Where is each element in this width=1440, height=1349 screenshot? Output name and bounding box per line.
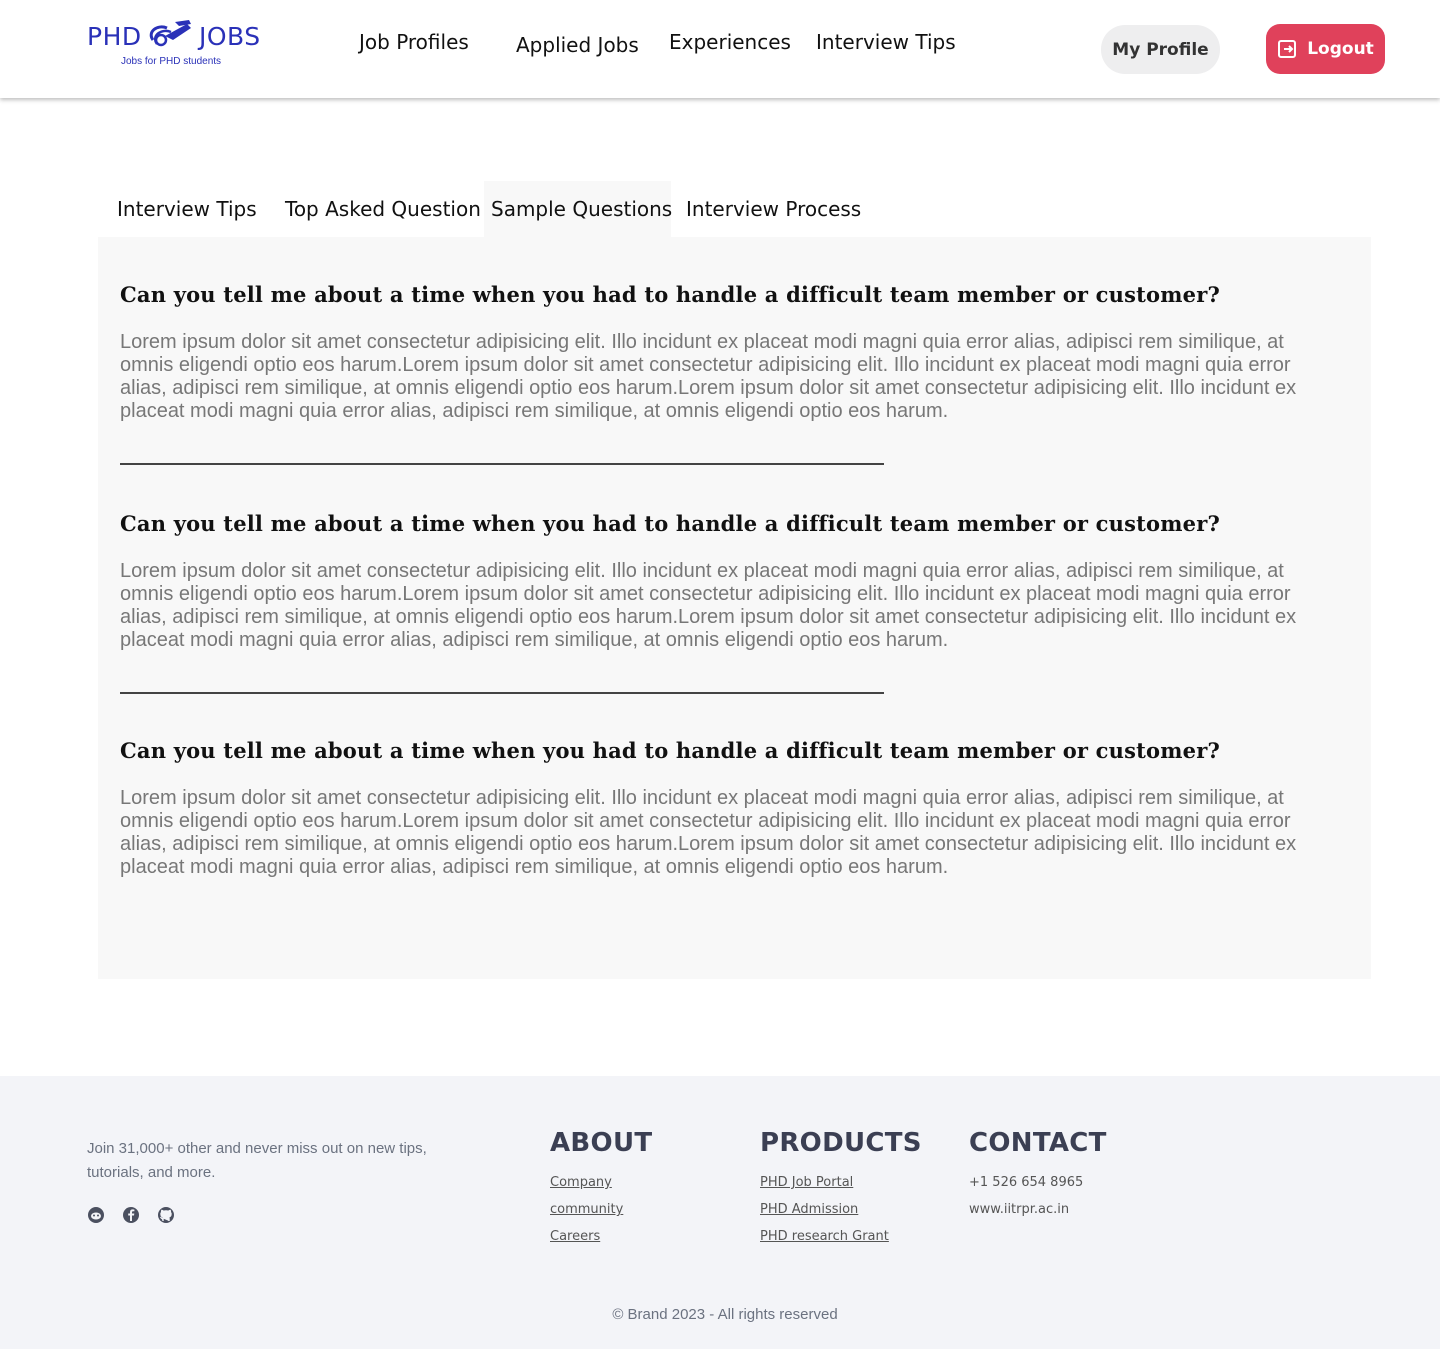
nav-link-job-profiles[interactable]: Job Profiles <box>359 30 469 54</box>
question-title: Can you tell me about a time when you ha… <box>120 738 1221 763</box>
brand-tagline: Jobs for PHD students <box>121 56 222 67</box>
footer-link-careers[interactable]: Careers <box>550 1230 652 1244</box>
sample-questions-panel: Can you tell me about a time when you ha… <box>98 237 1371 979</box>
question-item: Can you tell me about a time when you ha… <box>120 511 1320 652</box>
question-title: Can you tell me about a time when you ha… <box>120 511 1221 536</box>
question-answer: Lorem ipsum dolor sit amet consectetur a… <box>120 560 1297 651</box>
footer-products-heading: PRODUCTS <box>760 1128 922 1158</box>
footer-contact-heading: CONTACT <box>969 1128 1107 1158</box>
question-item: Can you tell me about a time when you ha… <box>120 738 1320 879</box>
question-answer: Lorem ipsum dolor sit amet consectetur a… <box>120 331 1297 422</box>
question-item: Can you tell me about a time when you ha… <box>120 282 1320 423</box>
nav-link-experiences[interactable]: Experiences <box>669 30 791 54</box>
reddit-icon[interactable] <box>87 1206 105 1224</box>
site-footer: Join 31,000+ other and never miss out on… <box>0 1076 1440 1349</box>
logout-icon <box>1278 40 1297 58</box>
footer-link-phd-job-portal[interactable]: PHD Job Portal <box>760 1176 922 1190</box>
question-title: Can you tell me about a time when you ha… <box>120 282 1221 307</box>
tab-sample-questions[interactable]: Sample Questions <box>484 181 672 237</box>
question-divider <box>120 463 884 465</box>
footer-contact-column: CONTACT +1 526 654 8965 www.iitrpr.ac.in <box>969 1128 1107 1230</box>
footer-link-community[interactable]: community <box>550 1203 652 1217</box>
github-icon[interactable] <box>157 1206 175 1224</box>
footer-link-company[interactable]: Company <box>550 1176 652 1190</box>
question-divider <box>120 692 884 694</box>
contact-website: www.iitrpr.ac.in <box>969 1202 1070 1217</box>
tab-interview-process[interactable]: Interview Process <box>678 181 878 237</box>
footer-link-phd-research-grant[interactable]: PHD research Grant <box>760 1230 922 1244</box>
copyright-text: © Brand 2023 - All rights reserved <box>612 1306 838 1323</box>
logout-button[interactable]: Logout <box>1266 24 1385 74</box>
brand-name-right: JOBS <box>199 22 261 51</box>
footer-products-column: PRODUCTS PHD Job Portal PHD Admission PH… <box>760 1128 922 1257</box>
nav-link-applied-jobs[interactable]: Applied Jobs <box>516 33 639 57</box>
handshake-logo-icon <box>149 20 191 47</box>
tab-top-asked-question[interactable]: Top Asked Question <box>278 181 481 237</box>
logout-label: Logout <box>1307 39 1374 59</box>
my-profile-label: My Profile <box>1112 39 1209 60</box>
footer-link-phd-admission[interactable]: PHD Admission <box>760 1203 922 1217</box>
my-profile-button[interactable]: My Profile <box>1101 25 1220 74</box>
contact-phone: +1 526 654 8965 <box>969 1175 1084 1190</box>
newsletter-text: Join 31,000+ other and never miss out on… <box>87 1140 427 1181</box>
facebook-icon[interactable] <box>122 1206 140 1224</box>
tab-interview-tips[interactable]: Interview Tips <box>98 181 268 237</box>
footer-about-heading: ABOUT <box>550 1128 653 1158</box>
brand-logo[interactable]: PHD JOBS Jobs for PHD students <box>87 18 267 72</box>
footer-about-column: ABOUT Company community Careers <box>550 1128 652 1257</box>
top-navbar: PHD JOBS Jobs for PHD students Job Profi… <box>0 0 1440 98</box>
nav-link-interview-tips[interactable]: Interview Tips <box>816 30 956 54</box>
question-answer: Lorem ipsum dolor sit amet consectetur a… <box>120 787 1297 878</box>
social-links <box>87 1206 175 1224</box>
brand-name-left: PHD <box>87 22 142 51</box>
